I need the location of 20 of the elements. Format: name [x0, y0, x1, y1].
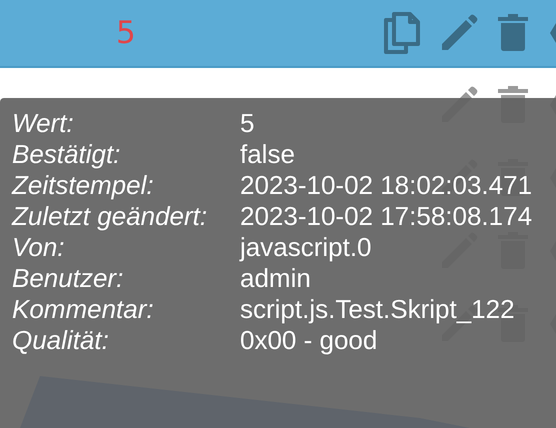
field-value: javascript.0	[240, 232, 372, 263]
field-label: Bestätigt:	[12, 139, 122, 170]
field-value: 2023-10-02 18:02:03.471	[240, 170, 534, 201]
pencil-icon[interactable]	[440, 14, 478, 52]
field-value: admin	[240, 263, 312, 294]
field-value: script.js.Test.Skript_122	[240, 294, 516, 325]
trash-icon[interactable]	[498, 14, 528, 52]
field-label: Wert:	[12, 108, 75, 139]
field-label: Benutzer:	[12, 263, 124, 294]
current-value: 5	[116, 15, 137, 51]
field-label: Zuletzt geändert:	[12, 201, 208, 232]
field-label: Qualität:	[12, 325, 110, 356]
field-value: 5	[240, 108, 256, 139]
field-label: Von:	[12, 232, 66, 263]
field-label: Kommentar:	[12, 294, 155, 325]
field-value: false	[240, 139, 296, 170]
copy-icon[interactable]	[382, 12, 420, 54]
field-label: Zeitstempel:	[12, 170, 155, 201]
field-value: 0x00 - good	[240, 325, 378, 356]
field-value: 2023-10-02 17:58:08.174	[240, 201, 534, 232]
